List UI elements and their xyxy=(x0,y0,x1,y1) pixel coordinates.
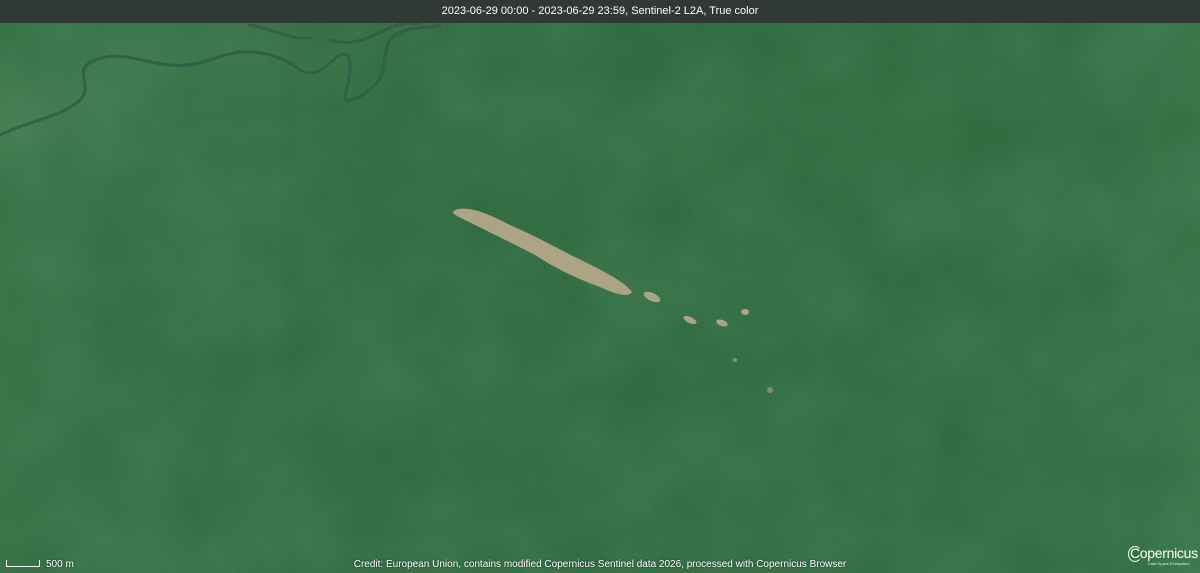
date-layer-header: 2023-06-29 00:00 - 2023-06-29 23:59, Sen… xyxy=(0,0,1200,23)
logo-text: Copernicus xyxy=(1130,545,1198,561)
map-imagery xyxy=(0,0,1200,573)
credit-text: Credit: European Union, contains modifie… xyxy=(353,559,847,570)
copernicus-logo: Copernicus Data Space Ecosystem xyxy=(1128,545,1198,569)
satellite-map[interactable] xyxy=(0,0,1200,573)
logo-subtitle: Data Space Ecosystem xyxy=(1148,561,1190,566)
header-title: 2023-06-29 00:00 - 2023-06-29 23:59, Sen… xyxy=(441,5,759,17)
attribution: Credit: European Union, contains modifie… xyxy=(0,559,1200,570)
